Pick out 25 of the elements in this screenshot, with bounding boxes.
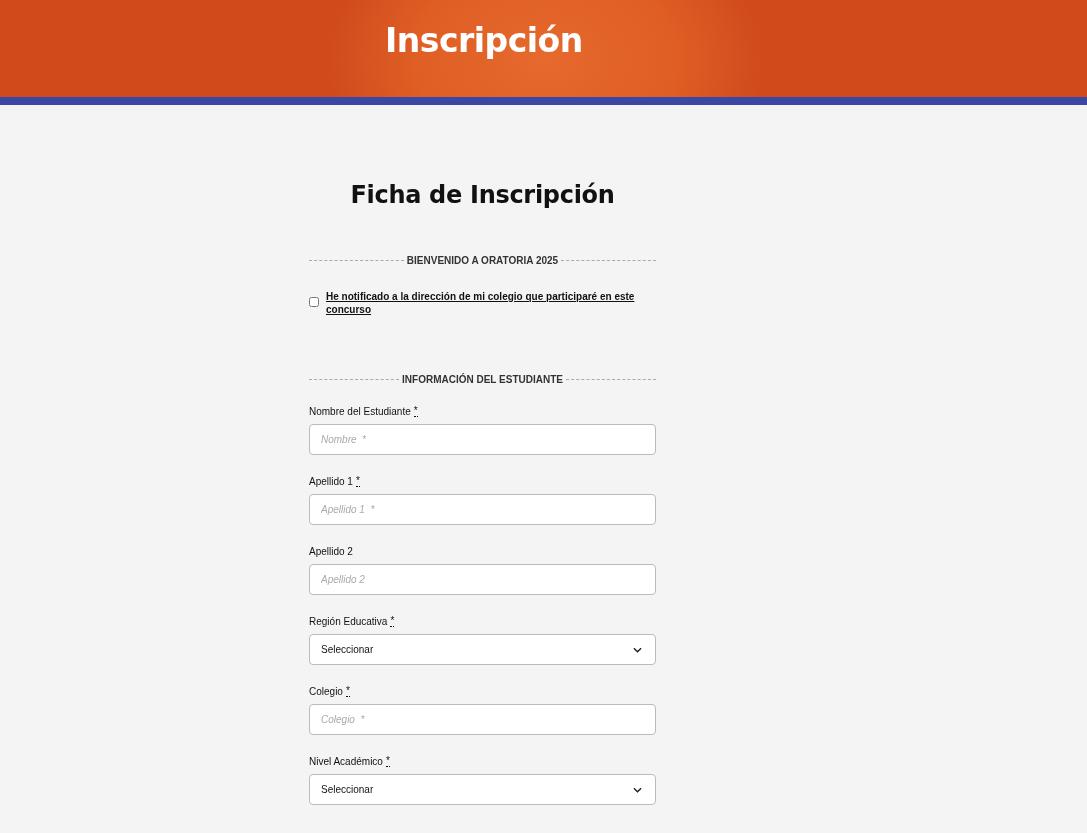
field-label: Apellido 2 <box>309 546 353 557</box>
form-title: Ficha de Inscripción <box>349 181 616 209</box>
required-mark: * <box>390 616 395 627</box>
consent-label[interactable]: He notificado a la dirección de mi colegio que participaré en este concurso <box>326 290 656 316</box>
section-heading: BIENVENIDO A ORATORIA 2025 <box>406 255 559 266</box>
field-label: Región Educativa <box>309 616 388 627</box>
required-mark: * <box>413 406 418 417</box>
select-dropdown[interactable]: Seleccionar <box>309 774 656 805</box>
field-label: Apellido 1 <box>309 476 353 487</box>
text-field[interactable]: Nombre * <box>309 424 656 455</box>
text-field[interactable]: Apellido 1 * <box>309 494 656 525</box>
field-label: Nivel Académico <box>309 756 383 767</box>
consent-checkbox[interactable] <box>309 297 319 307</box>
select-dropdown[interactable]: Seleccionar <box>309 634 656 665</box>
page-title: Inscripción <box>385 21 583 62</box>
required-mark: * <box>355 476 360 487</box>
field-label: Nombre del Estudiante <box>309 406 411 417</box>
section-heading: INFORMACIÓN DEL ESTUDIANTE <box>402 374 563 385</box>
text-field[interactable]: Apellido 2 <box>309 564 656 595</box>
required-mark: * <box>385 756 390 767</box>
text-field[interactable]: Colegio * <box>309 704 656 735</box>
field-label: Colegio <box>309 686 343 697</box>
required-mark: * <box>345 686 350 697</box>
chevron-down-icon <box>633 646 644 653</box>
chevron-down-icon <box>633 786 644 793</box>
